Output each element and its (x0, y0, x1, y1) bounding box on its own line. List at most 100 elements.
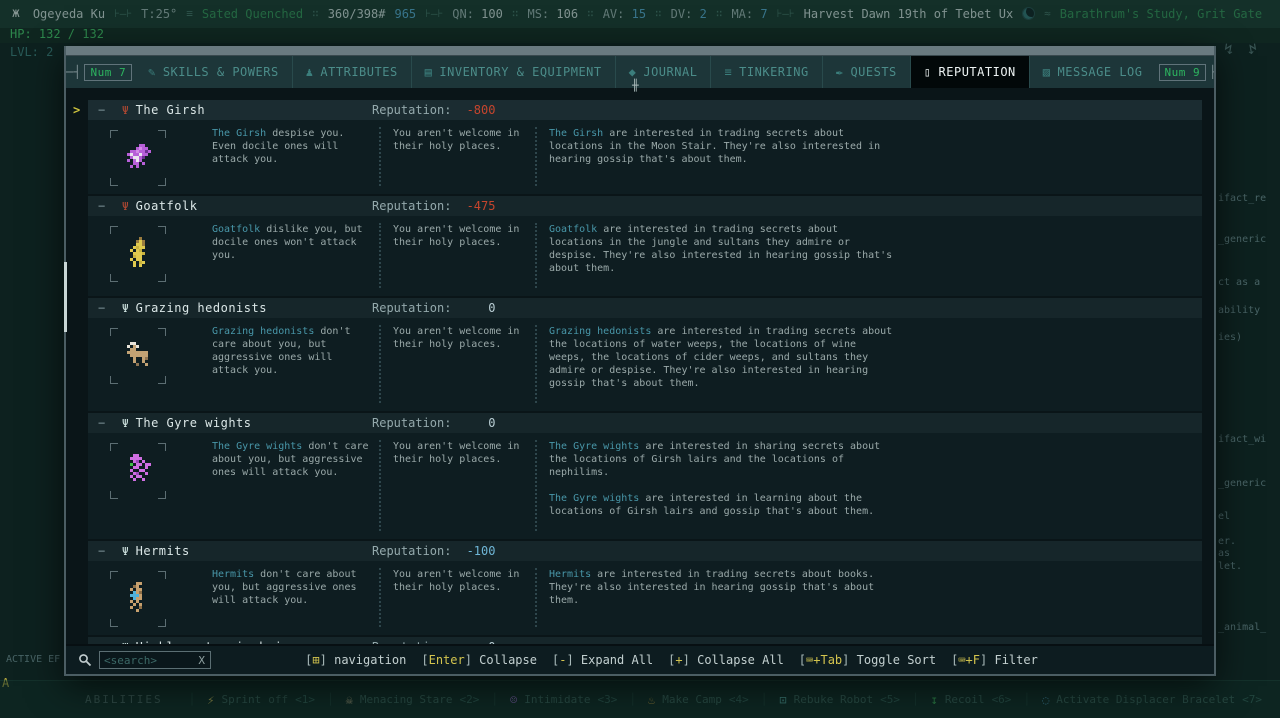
background-text-fragment: _generic (1218, 478, 1280, 489)
search-input[interactable] (100, 654, 184, 667)
stat-value: 106 (556, 7, 578, 21)
status-effects: Sated Quenched (202, 7, 303, 21)
selection-cursor-icon: > (73, 103, 80, 117)
arrow-icon: ↧ (931, 693, 938, 707)
tab-tinkering[interactable]: ≡ TINKERING (710, 56, 821, 88)
collapse-button[interactable]: − (98, 301, 114, 315)
reputation-value: 0 (455, 640, 495, 644)
window-titlebar[interactable] (66, 46, 1214, 56)
temperature-readout: T:25° (141, 7, 177, 21)
background-text-fragment: as (1218, 548, 1280, 559)
faction-interests-text: The Girsh are interested in trading secr… (535, 127, 1192, 186)
scroll-icon: ▯ (924, 65, 932, 79)
collapse-button[interactable]: − (98, 544, 114, 558)
game-screen: жOgeyeda Ku⊦—⊦T:25°≡Sated Quenched∷360/3… (0, 0, 1280, 718)
water-drams: 965 (394, 7, 416, 21)
faction-name: Grazing hedonists (136, 301, 267, 315)
ability-bar: ABILITIES │ ⚡Sprintoff<1> │ ☠Menacing Stare<… (0, 680, 1280, 718)
faction-link: Goatfolk (212, 224, 260, 235)
hint-key: ⌨+Tab (806, 653, 842, 667)
tab-inventory-equipment[interactable]: ▤ INVENTORY & EQUIPMENT (411, 56, 615, 88)
lines-icon: ≡ (724, 65, 732, 79)
footer-hint-toggle-sort: [⌨+Tab] Toggle Sort (799, 653, 936, 667)
interest-paragraph: The Girsh are interested in trading secr… (549, 127, 898, 166)
ability-sprint[interactable]: ⚡Sprintoff<1> (207, 693, 315, 707)
creature-portrait (110, 226, 166, 282)
reputation-value: -475 (455, 199, 495, 213)
faction-link: Grazing hedonists (212, 326, 314, 337)
scroll-indicator[interactable]: ╫ (632, 79, 639, 92)
divider: │ (629, 693, 636, 706)
background-text-fragment: el (1218, 511, 1280, 522)
stat-label: MA: (731, 7, 760, 21)
reputation: Reputation: -800 (372, 103, 495, 117)
faction-tree-icon: Ψ (122, 641, 129, 645)
reputation-value: 0 (455, 301, 495, 315)
reputation-label: Reputation: (372, 640, 451, 644)
faction-detail: The Gyre wights don't care about you, bu… (88, 433, 1202, 539)
footer-hint-collapse: [Enter] Collapse (421, 653, 537, 667)
creature-portrait (110, 443, 166, 499)
background-text-fragment: ifact_wi (1218, 434, 1280, 445)
bracket: ] (683, 653, 690, 667)
ability-activate-displacer-bracelet[interactable]: ◌Activate Displacer Bracelet<7> (1042, 693, 1262, 707)
goatfolk-creature-sprite-icon (119, 236, 159, 272)
faction-header-row[interactable]: > − Ψ The Gyre wights Reputation: 0 (88, 413, 1202, 433)
faction-tree-icon: Ψ (122, 200, 129, 213)
collapse-button[interactable]: − (98, 640, 114, 644)
faction-header-row[interactable]: > − Ψ Highly entropic beings Reputation:… (88, 637, 1202, 644)
bracket: ] (320, 653, 327, 667)
page-icon: ▨ (1043, 65, 1051, 79)
clear-search-button[interactable]: X (198, 654, 205, 667)
faction-hermits: > − Ψ Hermits Reputation: -100 Hermits d… (88, 541, 1202, 635)
scrollbar[interactable] (64, 262, 67, 332)
reputation: Reputation: -100 (372, 544, 495, 558)
tab-message-log[interactable]: ▨ MESSAGE LOG (1029, 56, 1156, 88)
faction-header-row[interactable]: > − Ψ Grazing hedonists Reputation: 0 (88, 298, 1202, 318)
faction-link: Hermits (549, 569, 591, 580)
search-area: X (78, 651, 211, 669)
divider: │ (912, 693, 919, 706)
collapse-button[interactable]: − (98, 199, 114, 213)
ability-intimidate[interactable]: ☹Intimidate<3> (510, 693, 617, 707)
tab-quests[interactable]: ✒ QUESTS (822, 56, 910, 88)
camp-icon: ♨ (648, 693, 655, 707)
window-footer: X [⊞] navigation[Enter] Collapse[-] Expa… (66, 644, 1214, 674)
reputation-value: -100 (455, 544, 495, 558)
collapse-button[interactable]: − (98, 416, 114, 430)
divider: │ (491, 693, 498, 706)
divider: │ (189, 693, 196, 706)
faction-link: The Gyre wights (212, 441, 302, 452)
reputation-value: 0 (455, 416, 495, 430)
faction-header-row[interactable]: > − Ψ The Girsh Reputation: -800 (88, 100, 1202, 120)
bracket: [ (421, 653, 428, 667)
stat-ms: MS: 106 (527, 7, 578, 21)
reputation-window: ─┤Num 7 ✎ SKILLS & POWERS ♟ ATTRIBUTES ▤… (64, 46, 1216, 676)
separator-icon: ∷ (587, 7, 594, 20)
divider: │ (327, 693, 334, 706)
faction-link: The Girsh (212, 128, 266, 139)
ability-name: Make Camp (662, 693, 722, 706)
ability-hotkey: <5> (880, 693, 900, 706)
ability-name: Recoil (945, 693, 985, 706)
tab-reputation[interactable]: ▯ REPUTATION (910, 56, 1029, 88)
ability-name: Rebuke Robot (794, 693, 873, 706)
hint-key: ⌨+F (958, 653, 980, 667)
faction-grazing-hedonists: > − Ψ Grazing hedonists Reputation: 0 Gr… (88, 298, 1202, 411)
tab-journal[interactable]: ◆ JOURNAL (615, 56, 711, 88)
tab-skills-powers[interactable]: ✎ SKILLS & POWERS (135, 56, 292, 88)
reputation-label: Reputation: (372, 544, 451, 558)
collapse-button[interactable]: − (98, 103, 114, 117)
ability-make-camp[interactable]: ♨Make Camp<4> (648, 693, 749, 707)
separator-icon: ⊦—⊦ (114, 7, 132, 20)
ability-bar-title: ABILITIES (85, 693, 163, 706)
ability-name: Sprint (221, 693, 261, 706)
ability-menacing-stare[interactable]: ☠Menacing Stare<2> (346, 693, 480, 707)
tab-attributes[interactable]: ♟ ATTRIBUTES (292, 56, 411, 88)
location-name: Barathrum's Study, Grit Gate (1060, 7, 1262, 21)
faction-header-row[interactable]: > − Ψ Goatfolk Reputation: -475 (88, 196, 1202, 216)
ability-rebuke-robot[interactable]: ⊡Rebuke Robot<5> (779, 693, 900, 707)
faction-header-row[interactable]: > − Ψ Hermits Reputation: -100 (88, 541, 1202, 561)
reputation: Reputation: 0 (372, 301, 495, 315)
ability-recoil[interactable]: ↧Recoil<6> (931, 693, 1012, 707)
